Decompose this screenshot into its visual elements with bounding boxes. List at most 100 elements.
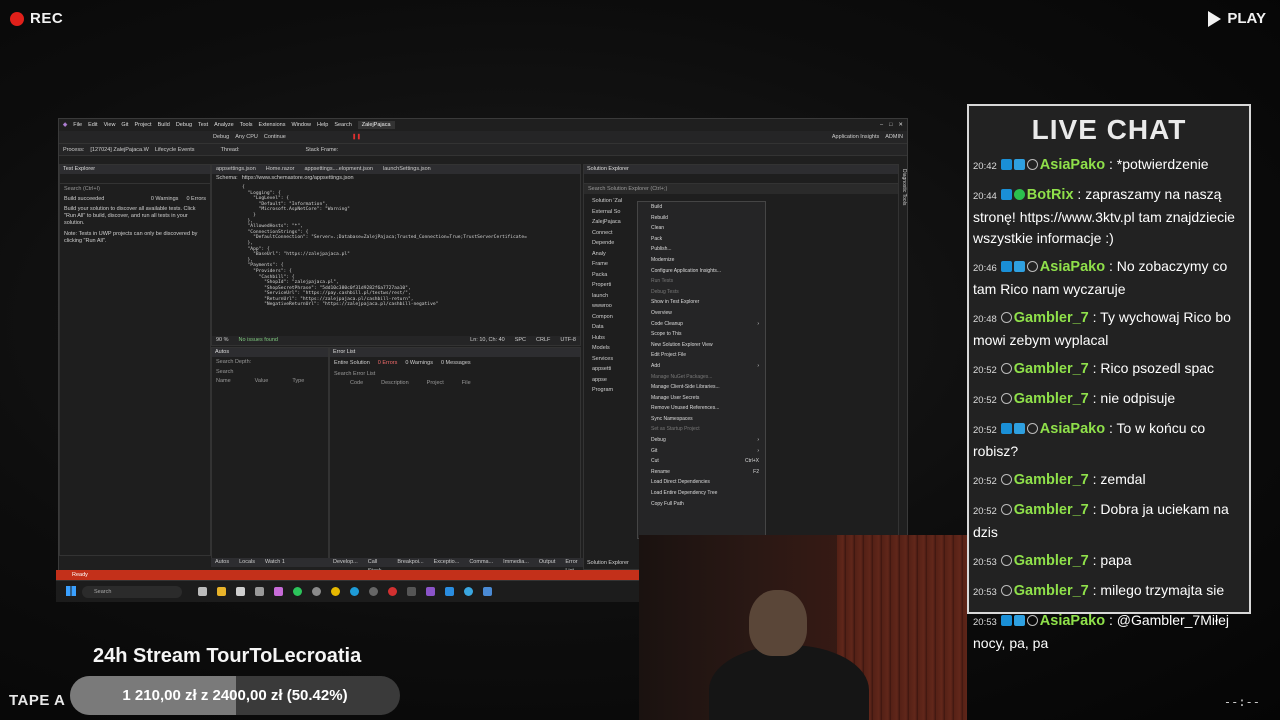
mail-icon[interactable] [236, 587, 245, 596]
warnings-filter[interactable]: 0 Warnings [405, 360, 433, 366]
context-menu-item[interactable]: Show in Test Explorer [638, 297, 765, 308]
bottom-tab[interactable]: Develop... [333, 558, 358, 567]
edge-icon[interactable] [350, 587, 359, 596]
context-menu-item[interactable]: Cut Ctrl+X [638, 456, 765, 467]
vscode-icon[interactable] [445, 587, 454, 596]
teams-icon[interactable] [274, 587, 283, 596]
bottom-tab[interactable]: Exceptio... [434, 558, 460, 567]
bottom-tab[interactable]: Breakpoi... [397, 558, 423, 567]
bottom-tab[interactable]: Error List [565, 558, 583, 571]
chat-nick[interactable]: Gambler_7 [1014, 553, 1089, 569]
menu-item[interactable]: Git [121, 122, 128, 128]
windows-start-icon[interactable] [66, 586, 76, 596]
menu-item[interactable]: Build [158, 122, 170, 128]
app2-icon[interactable] [369, 587, 378, 596]
context-menu-item[interactable]: Modernize [638, 255, 765, 266]
app3-icon[interactable] [407, 587, 416, 596]
diagnostic-tools-tab[interactable]: Diagnostic Tools [899, 169, 907, 205]
error-search-input[interactable]: Search Error List [330, 369, 580, 379]
bottom-tab[interactable]: Locals [239, 558, 255, 567]
chat-nick[interactable]: Gambler_7 [1014, 472, 1089, 488]
error-column-header[interactable]: Code [350, 380, 363, 386]
context-menu-item[interactable]: Clean [638, 223, 765, 234]
error-scope-select[interactable]: Entire Solution [334, 360, 370, 366]
menu-item[interactable]: Extensions [259, 122, 286, 128]
context-menu-item[interactable]: Configure Application Insights... [638, 266, 765, 277]
context-menu-item[interactable]: Scope to This [638, 329, 765, 340]
menu-item[interactable]: Edit [88, 122, 97, 128]
context-menu-item[interactable]: Code Cleanup › [638, 319, 765, 330]
store-icon[interactable] [255, 587, 264, 596]
solution-search-input[interactable]: Search Solution Explorer (Ctrl+;) [584, 184, 898, 194]
context-menu-item[interactable]: Manage Client-Side Libraries... [638, 382, 765, 393]
context-menu-item[interactable]: Rebuild [638, 213, 765, 224]
messages-filter[interactable]: 0 Messages [441, 360, 471, 366]
editor-tab[interactable]: launchSettings.json [383, 165, 431, 174]
debug-config[interactable]: Debug [213, 134, 229, 140]
bottom-tab[interactable]: Output [539, 558, 556, 567]
menu-item[interactable]: Project [134, 122, 151, 128]
editor-tab[interactable]: appsettings....elopment.json [304, 165, 373, 174]
context-menu-item[interactable]: Remove Unused References... [638, 403, 765, 414]
opera-icon[interactable] [388, 587, 397, 596]
menu-item[interactable]: Analyze [214, 122, 234, 128]
continue-button[interactable]: Continue [264, 134, 286, 140]
close-icon[interactable]: ✕ [898, 122, 903, 128]
task-view-icon[interactable] [198, 587, 207, 596]
chat-nick[interactable]: Gambler_7 [1014, 310, 1089, 326]
menu-item[interactable]: View [104, 122, 116, 128]
telegram-icon[interactable] [464, 587, 473, 596]
lifecycle-events[interactable]: Lifecycle Events [155, 147, 195, 153]
app-insights-button[interactable]: Application Insights [832, 134, 879, 140]
chat-nick[interactable]: Gambler_7 [1014, 361, 1089, 377]
chat-nick[interactable]: AsiaPako [1040, 421, 1105, 437]
error-column-header[interactable]: Project [427, 380, 444, 386]
chat-nick[interactable]: Gambler_7 [1014, 502, 1089, 518]
schema-url[interactable]: https://www.schemastore.org/appsettings.… [242, 174, 354, 183]
bottom-tab[interactable]: Comma... [469, 558, 493, 567]
process-value[interactable]: [127024] ZalejPajaca.W [90, 147, 148, 153]
menu-item[interactable]: Window [291, 122, 311, 128]
code-editor[interactable]: { "Logging": { "LogLevel": { "Default": … [212, 185, 580, 335]
bottom-tab[interactable]: Call Stack [368, 558, 388, 571]
context-menu-item[interactable]: Sync Namespaces [638, 414, 765, 425]
menu-item[interactable]: Tools [240, 122, 253, 128]
context-menu-item[interactable]: Git › [638, 446, 765, 457]
errors-filter[interactable]: 0 Errors [378, 360, 398, 366]
context-menu-item[interactable]: Pack [638, 234, 765, 245]
menu-item[interactable]: Debug [176, 122, 192, 128]
bottom-tab[interactable]: Watch 1 [265, 558, 285, 567]
context-menu-item[interactable]: Copy Full Path [638, 499, 765, 510]
chat-nick[interactable]: AsiaPako [1040, 613, 1105, 629]
search-menu[interactable]: Search [334, 122, 351, 128]
autos-search-input[interactable]: Search [212, 367, 328, 377]
bottom-tab[interactable]: Immedia... [503, 558, 529, 567]
menu-item[interactable]: Test [198, 122, 208, 128]
chat-nick[interactable]: Gambler_7 [1014, 391, 1089, 407]
visual-studio-icon[interactable] [426, 587, 435, 596]
taskbar-search[interactable]: Search [82, 585, 182, 598]
maximize-icon[interactable]: □ [889, 122, 892, 128]
zoom-level[interactable]: 90 % [216, 336, 229, 345]
spotify-icon[interactable] [293, 587, 302, 596]
pause-icon[interactable]: ❚❚ [352, 134, 361, 140]
minimize-icon[interactable]: – [880, 122, 883, 128]
test-search-input[interactable]: Search (Ctrl+I) [60, 184, 210, 194]
app-icon[interactable] [312, 587, 321, 596]
error-column-header[interactable]: Description [381, 380, 409, 386]
context-menu-item[interactable]: Manage User Secrets [638, 393, 765, 404]
context-menu-item[interactable]: Edit Project File [638, 350, 765, 361]
editor-tab[interactable]: Home.razor [266, 165, 295, 174]
file-explorer-icon[interactable] [217, 587, 226, 596]
context-menu-item[interactable]: Publish... [638, 244, 765, 255]
chat-nick[interactable]: AsiaPako [1040, 259, 1105, 275]
chat-nick[interactable]: AsiaPako [1040, 157, 1105, 173]
context-menu-item[interactable]: Add › [638, 361, 765, 372]
app4-icon[interactable] [483, 587, 492, 596]
context-menu-item[interactable]: Load Direct Dependencies [638, 477, 765, 488]
menu-item[interactable]: Help [317, 122, 328, 128]
menu-item[interactable]: File [73, 122, 82, 128]
platform-select[interactable]: Any CPU [235, 134, 258, 140]
context-menu-item[interactable]: Load Entire Dependency Tree [638, 488, 765, 499]
bottom-tab[interactable]: Autos [215, 558, 229, 567]
